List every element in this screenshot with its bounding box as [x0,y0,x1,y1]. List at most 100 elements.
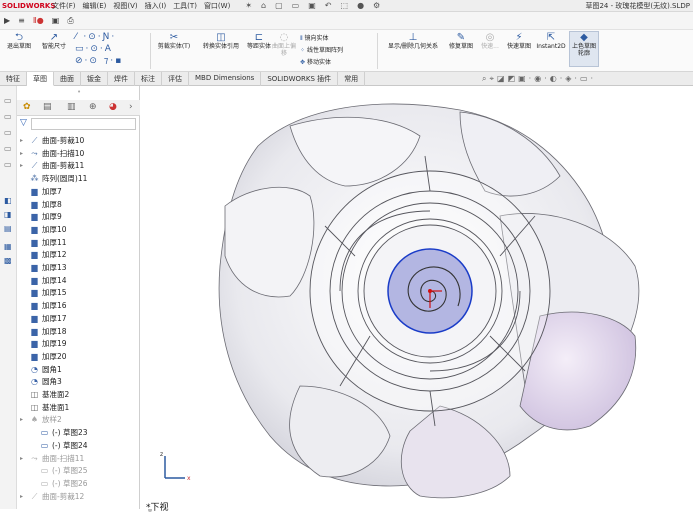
tab-features[interactable]: 特征 [0,72,27,86]
strip-icon[interactable]: ▭ [4,96,12,105]
tab-mbd-dimensions[interactable]: MBD Dimensions [189,72,262,86]
tree-item[interactable]: ♠ 放样2 [29,414,62,426]
feature-tree-tab-icon[interactable]: ✿ [23,102,31,112]
pane-grip[interactable]: • [77,88,81,96]
tree-item[interactable]: ◫ 基准面2 [29,389,70,401]
new-icon[interactable]: ▢ [275,1,283,10]
menu-lines-icon[interactable]: ≡ [18,16,25,25]
trim-entities-button[interactable]: ✂ 剪裁实体(T) [152,32,196,50]
rebuild-icon[interactable]: ● [357,1,364,10]
tree-item[interactable]: ▭ (-) 草图23 [39,427,88,439]
expand-arrow-icon[interactable]: ▸ [20,160,23,172]
tree-item[interactable]: ⤳ 曲面-扫描11 [29,453,84,465]
home-icon[interactable]: ⌂ [261,1,266,10]
tree-item[interactable]: ▆ 加厚19 [29,338,66,350]
tree-item[interactable]: ▆ 加厚14 [29,275,66,287]
strip-icon[interactable]: ▭ [4,160,12,169]
strip-icon[interactable]: ◧ [4,196,12,205]
menu-file[interactable]: 文件(F) [52,1,76,11]
tree-item[interactable]: ▆ 加厚13 [29,262,66,274]
tree-item[interactable]: ▆ 加厚11 [29,237,66,249]
offset-on-surface-button[interactable]: ◌ 曲面上偏移 [272,32,296,57]
expand-arrow-icon[interactable]: ▸ [20,491,23,503]
menu-edit[interactable]: 编辑(E) [83,1,107,11]
graphics-area[interactable] [140,86,693,509]
tree-item[interactable]: ▆ 加厚8 [29,199,61,211]
tab-surfaces[interactable]: 曲面 [54,72,81,86]
offset-entities-button[interactable]: ⊏ 等距实体 [246,32,272,50]
tree-item[interactable]: ⟋ 曲面-剪裁10 [29,135,85,147]
pause-icon[interactable]: Ⅱ● [33,16,44,25]
rapid-sketch-button[interactable]: ⚡ 快速草图 [504,32,534,50]
strip-icon[interactable]: ▤ [4,224,12,233]
undo-icon[interactable]: ↶ [325,1,332,10]
tree-item[interactable]: ⁂ 阵列(圆周)11 [29,173,88,185]
heads-up-view-toolbar[interactable]: ⌕⌖◪◩▣·◉·◐·◈·▭· [482,74,596,84]
tree-item[interactable]: ⟋ 曲面-剪裁12 [29,491,85,503]
display-relations-button[interactable]: ⊥ 显示/删除几何关系 [380,32,446,50]
select-icon[interactable]: ⬚ [341,1,349,10]
tree-item[interactable]: ▆ 加厚7 [29,186,61,198]
tab-markup[interactable]: 标注 [135,72,162,86]
tree-item[interactable]: ▆ 加厚9 [29,211,61,223]
menu-insert[interactable]: 插入(I) [145,1,167,11]
tree-item[interactable]: ◔ 圆角3 [29,376,62,388]
sketch-entities-row3[interactable]: ⊘·⊙ ⁊·▪ [75,56,123,66]
smart-dimension-button[interactable]: ↗ 智能尺寸 [38,32,70,50]
tab-solidworks-addins[interactable]: SOLIDWORKS 插件 [261,72,339,86]
repair-sketch-button[interactable]: ✎ 修复草图 [446,32,476,50]
menu-view[interactable]: 视图(V) [113,1,137,11]
strip-icon[interactable]: ▭ [4,128,12,137]
print-icon[interactable]: ⎙ [67,16,73,26]
tree-item[interactable]: ▭ (-) 草图24 [39,440,88,452]
strip-icon[interactable]: ▦ [4,242,12,251]
property-manager-tab-icon[interactable]: ▤ [43,102,52,112]
tree-item[interactable]: ▭ (-) 草图26 [39,478,88,490]
screenshot-icon[interactable]: ▣ [52,16,60,25]
tree-item[interactable]: ▆ 加厚18 [29,326,66,338]
filter-icon[interactable]: ▽ [20,118,27,128]
configuration-tab-icon[interactable]: ▥ [67,102,76,112]
mirror-entities-button[interactable]: ⫴ 镜向实体 [300,33,328,43]
tab-evaluate[interactable]: 评估 [162,72,189,86]
tree-item[interactable]: ▭ (-) 草图25 [39,465,88,477]
tree-item[interactable]: ⟋ 曲面-剪裁11 [29,160,85,172]
tree-item[interactable]: ▆ 加厚20 [29,351,66,363]
strip-icon[interactable]: ▭ [4,112,12,121]
shaded-sketch-contours-button[interactable]: ◆ 上色草图轮廓 [569,31,599,67]
move-entities-button[interactable]: ✥ 移动实体 [300,57,331,66]
sketch-entities-row2[interactable]: ▭·⊙·A [75,44,113,54]
tab-weldments[interactable]: 焊件 [108,72,135,86]
menu-window[interactable]: 窗口(W) [204,1,230,11]
tree-item[interactable]: ◔ 圆角1 [29,364,62,376]
expand-arrow-icon[interactable]: ▸ [20,135,23,147]
tab-common[interactable]: 常用 [338,72,366,86]
strip-icon[interactable]: ▩ [4,256,12,265]
play-icon[interactable]: ▶ [4,16,10,25]
tree-item[interactable]: ▆ 加厚15 [29,287,66,299]
linear-pattern-button[interactable]: ⁘ 线性草图阵列 [300,45,343,54]
chevron-right-icon[interactable]: › [129,102,133,112]
tab-sketch[interactable]: 草图 [27,72,54,86]
expand-arrow-icon[interactable]: ▸ [20,453,23,465]
expand-arrow-icon[interactable]: ▸ [20,148,23,160]
strip-icon[interactable]: ▭ [4,144,12,153]
instant2d-button[interactable]: ⇱ Instant2D [534,32,568,50]
tree-item[interactable]: ▆ 加厚10 [29,224,66,236]
strip-icon[interactable]: ◨ [4,210,12,219]
tree-item[interactable]: ⤳ 曲面-扫描10 [29,148,84,160]
tree-item[interactable]: ▆ 加厚12 [29,249,66,261]
display-manager-tab-icon[interactable]: ◕ [109,102,117,112]
sketch-entities-row1[interactable]: ⁄ ·⊙·Ɲ· [75,32,116,42]
tree-item[interactable]: ▆ 加厚17 [29,313,66,325]
tree-filter-input[interactable] [31,118,136,130]
save-icon[interactable]: ▣ [308,1,316,10]
tab-sheet-metal[interactable]: 钣金 [81,72,108,86]
exit-sketch-button[interactable]: ⮌ 退出草图 [3,32,35,50]
options-icon[interactable]: ⚙ [373,1,380,10]
quick-snaps-button[interactable]: ◎ 快速... [478,32,502,50]
dimxpert-tab-icon[interactable]: ⊕ [89,102,97,112]
expand-arrow-icon[interactable]: ▸ [20,414,23,426]
convert-entities-button[interactable]: ◫ 转换实体引用 [196,32,246,50]
menu-tools[interactable]: 工具(T) [173,1,197,11]
